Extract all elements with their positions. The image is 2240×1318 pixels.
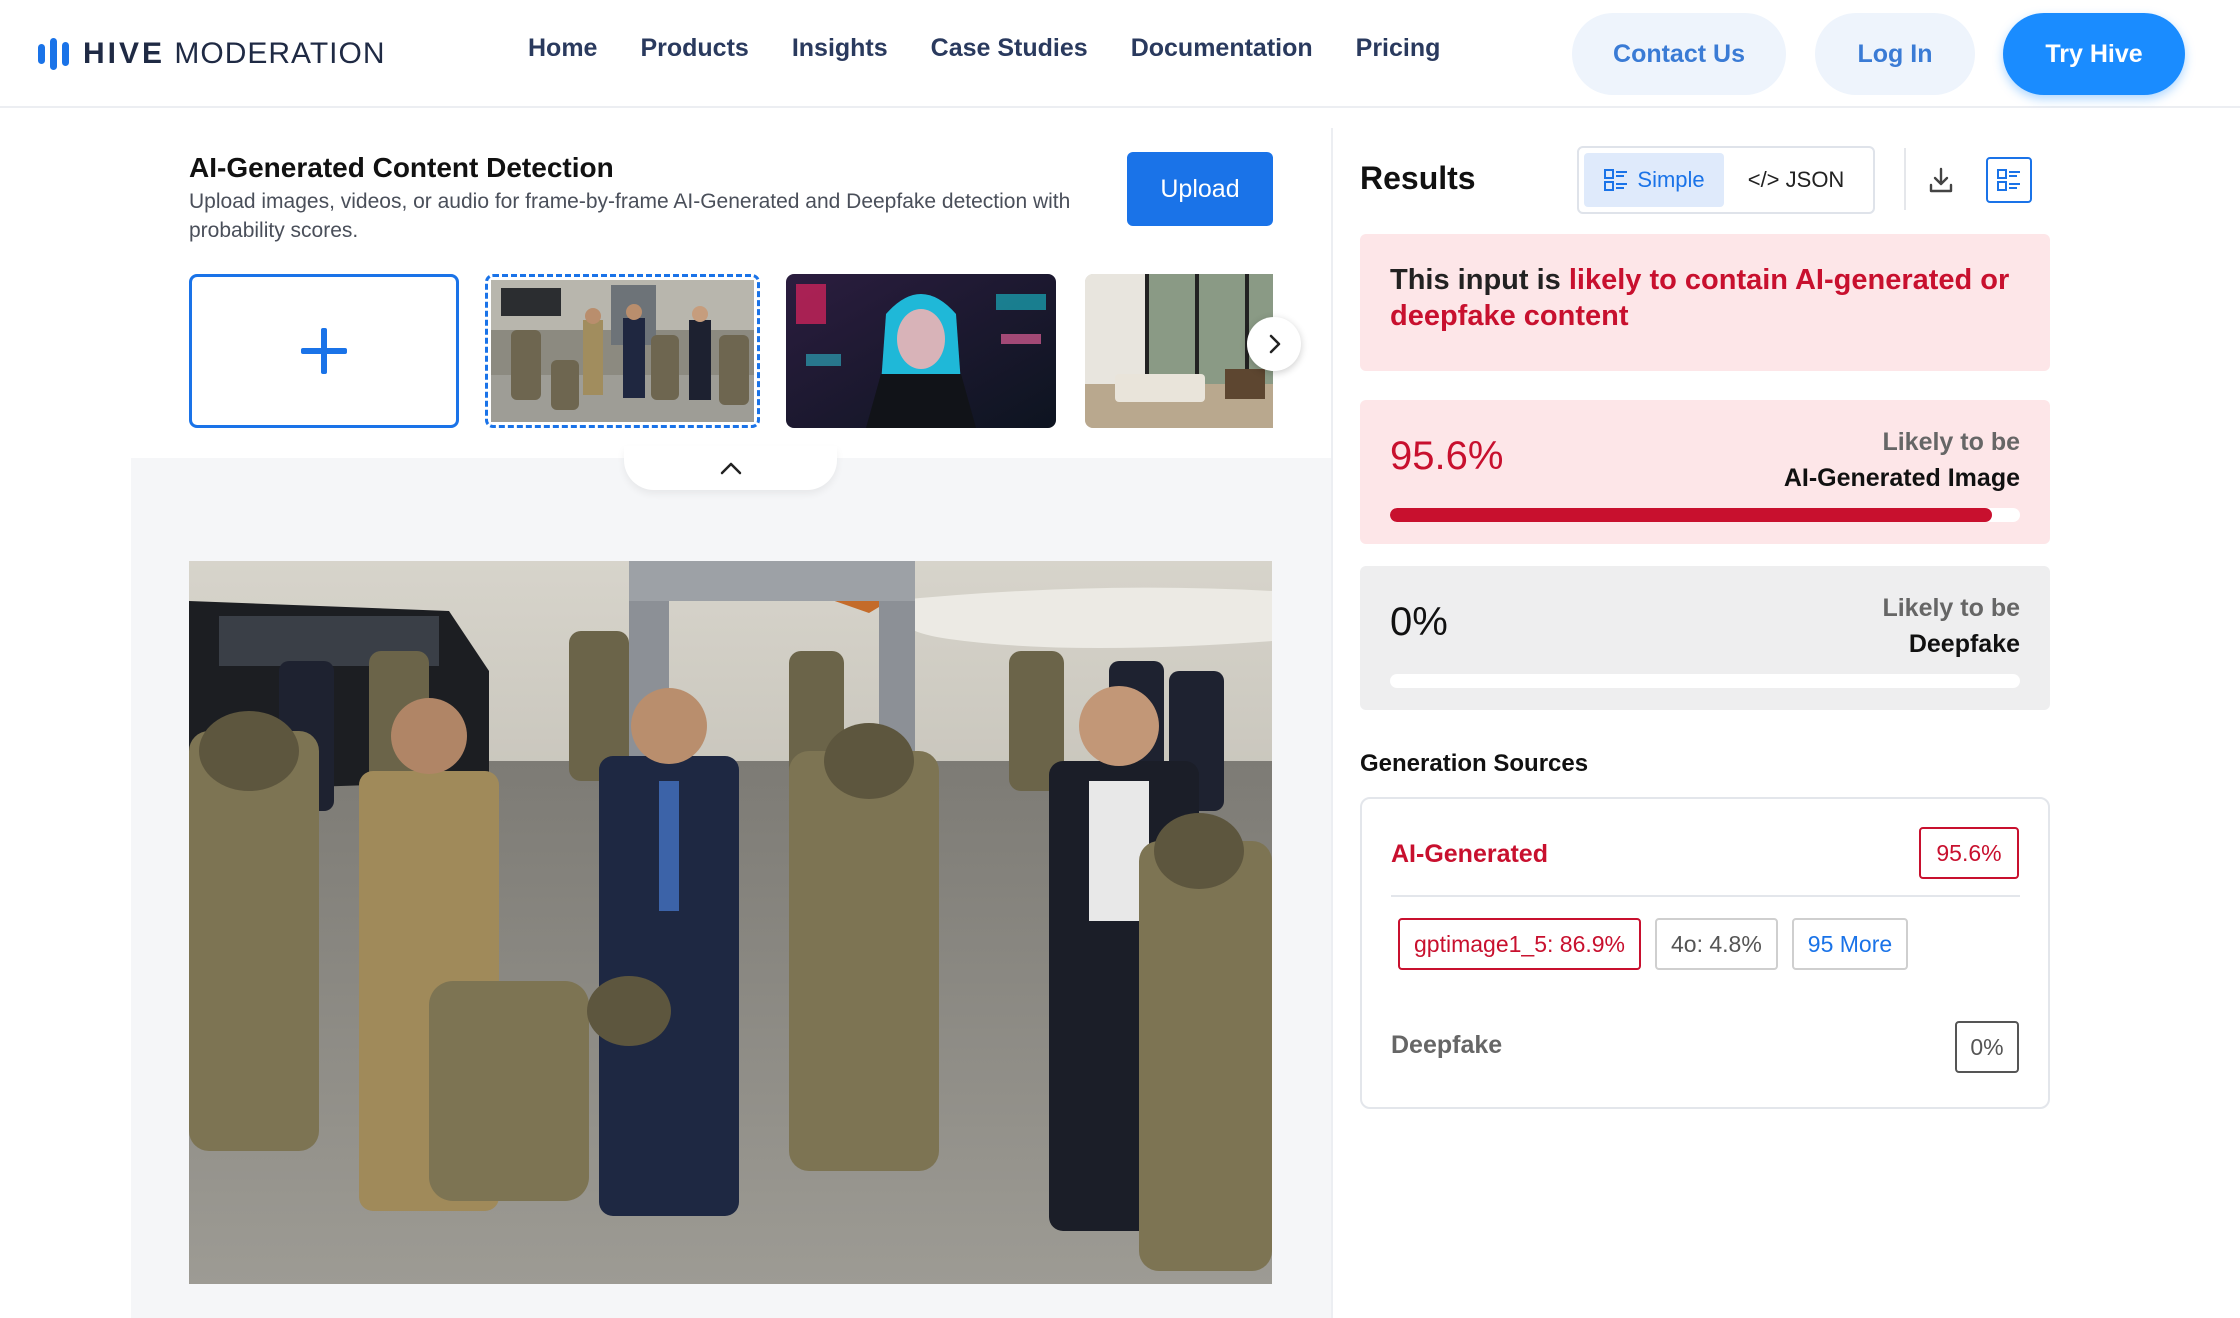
log-in-button[interactable]: Log In xyxy=(1815,13,1975,95)
results-title: Results xyxy=(1360,160,1476,196)
download-button[interactable] xyxy=(1918,157,1964,203)
thumbnail-image-interior xyxy=(1085,274,1273,428)
deepfake-score-value: 0% xyxy=(1390,600,1448,644)
ai-generated-score-value: 95.6% xyxy=(1390,434,1504,478)
carousel-next-button[interactable] xyxy=(1247,317,1301,371)
generation-sources-box: AI-Generated 95.6% gptimage1_5: 86.9% 4o… xyxy=(1360,797,2050,1109)
deepfake-score-card: 0% Likely to be Deepfake xyxy=(1360,566,2050,710)
deepfake-score-label: Likely to be Deepfake xyxy=(1882,590,2020,662)
source-chip-4o: 4o: 4.8% xyxy=(1655,918,1778,970)
generation-sources-title: Generation Sources xyxy=(1360,750,1589,777)
logo-icon xyxy=(38,38,69,70)
ai-generated-score-card: 95.6% Likely to be AI-Generated Image xyxy=(1360,400,2050,544)
source-chips: gptimage1_5: 86.9% 4o: 4.8% 95 More xyxy=(1398,918,1909,970)
view-simple-button[interactable]: Simple xyxy=(1584,153,1725,207)
list-view-icon xyxy=(1604,169,1628,191)
view-simple-label: Simple xyxy=(1637,167,1705,192)
contact-us-button[interactable]: Contact Us xyxy=(1572,13,1786,95)
nav-links: Home Products Insights Case Studies Docu… xyxy=(528,34,1440,63)
logo-wordmark: HIVE MODERATION xyxy=(83,37,386,70)
detail-view-button[interactable] xyxy=(1986,157,2032,203)
ai-score-bar xyxy=(1390,508,2020,522)
detector-description: Upload images, videos, or audio for fram… xyxy=(189,190,1071,242)
thumbnail-interior[interactable] xyxy=(1085,274,1273,428)
detector-title: AI-Generated Content Detection xyxy=(189,152,614,183)
nav-link-documentation[interactable]: Documentation xyxy=(1131,34,1313,63)
ai-score-label-line1: Likely to be xyxy=(1882,428,2020,456)
verdict-alert: This input is likely to contain AI-gener… xyxy=(1360,234,2050,371)
deepfake-score-label-line1: Likely to be xyxy=(1882,594,2020,622)
more-sources-button[interactable]: 95 More xyxy=(1791,918,1909,970)
ai-generated-source-label: AI-Generated xyxy=(1391,840,1548,868)
detail-list-icon xyxy=(1997,169,2020,191)
nav-link-case-studies[interactable]: Case Studies xyxy=(931,34,1088,63)
chevron-right-icon xyxy=(1269,334,1281,354)
nav-link-home[interactable]: Home xyxy=(528,34,597,63)
view-json-button[interactable]: </> JSON xyxy=(1724,153,1868,207)
deepfake-source-badge: 0% xyxy=(1955,1021,2019,1073)
verdict-prefix: This input is xyxy=(1390,264,1569,296)
nav-link-insights[interactable]: Insights xyxy=(792,34,888,63)
nav-link-products[interactable]: Products xyxy=(640,34,748,63)
ai-generated-source-badge: 95.6% xyxy=(1919,827,2019,879)
plus-icon xyxy=(301,328,347,374)
download-icon xyxy=(1929,167,1953,193)
chevron-up-icon xyxy=(720,462,741,475)
source-chip-gptimage: gptimage1_5: 86.9% xyxy=(1398,918,1641,970)
toolbar-divider xyxy=(1904,148,1906,210)
panel-divider xyxy=(1331,128,1333,1318)
generation-sources-divider xyxy=(1391,895,2020,897)
thumbnail-image-cyberpunk xyxy=(786,274,1056,428)
analyzed-image xyxy=(189,561,1272,1284)
deepfake-score-bar xyxy=(1390,674,2020,688)
deepfake-score-label-line2: Deepfake xyxy=(1908,630,2020,658)
view-toggle: Simple </> JSON xyxy=(1577,146,1875,214)
thumbnail-selected[interactable] xyxy=(485,274,760,428)
thumbnail-image-soldiers xyxy=(491,280,754,422)
collapse-thumbnails-button[interactable] xyxy=(624,446,837,490)
upload-button[interactable]: Upload xyxy=(1127,152,1273,226)
ai-score-label-line2: AI-Generated Image xyxy=(1783,464,2020,492)
top-navbar: HIVE MODERATION Home Products Insights C… xyxy=(0,0,2240,108)
ai-generated-score-label: Likely to be AI-Generated Image xyxy=(1784,424,2020,496)
add-file-tile[interactable] xyxy=(189,274,459,428)
try-hive-button[interactable]: Try Hive xyxy=(2003,13,2185,95)
analyzed-image-scene xyxy=(189,561,1272,1284)
ai-score-bar-fill xyxy=(1390,508,1993,522)
nav-link-pricing[interactable]: Pricing xyxy=(1356,34,1441,63)
deepfake-source-label: Deepfake xyxy=(1391,1031,1503,1059)
hive-logo[interactable]: HIVE MODERATION xyxy=(38,36,385,72)
thumbnail-cyberpunk[interactable] xyxy=(786,274,1056,428)
